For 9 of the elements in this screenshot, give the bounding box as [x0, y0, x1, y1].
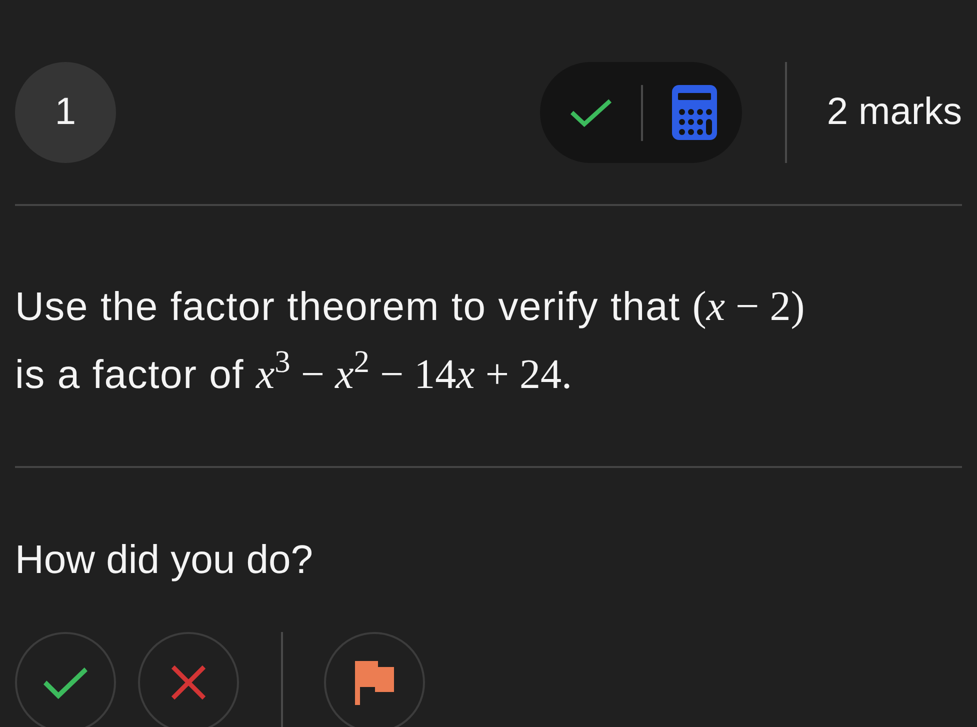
- flag-icon: [355, 660, 394, 704]
- calculator-icon[interactable]: [672, 85, 717, 140]
- cross-icon: [171, 665, 206, 700]
- marks-label: 2 marks: [826, 90, 962, 135]
- question-text: Use the factor theorem to verify that (x − 2) is a factor of x$^{3}$ − x$^{2}$ − 14x + 24.: [15, 283, 805, 400]
- check-icon: [43, 666, 88, 699]
- check-icon[interactable]: [570, 98, 612, 127]
- question-number: 1: [15, 62, 116, 163]
- self-assessment-prompt: How did you do?: [15, 537, 313, 583]
